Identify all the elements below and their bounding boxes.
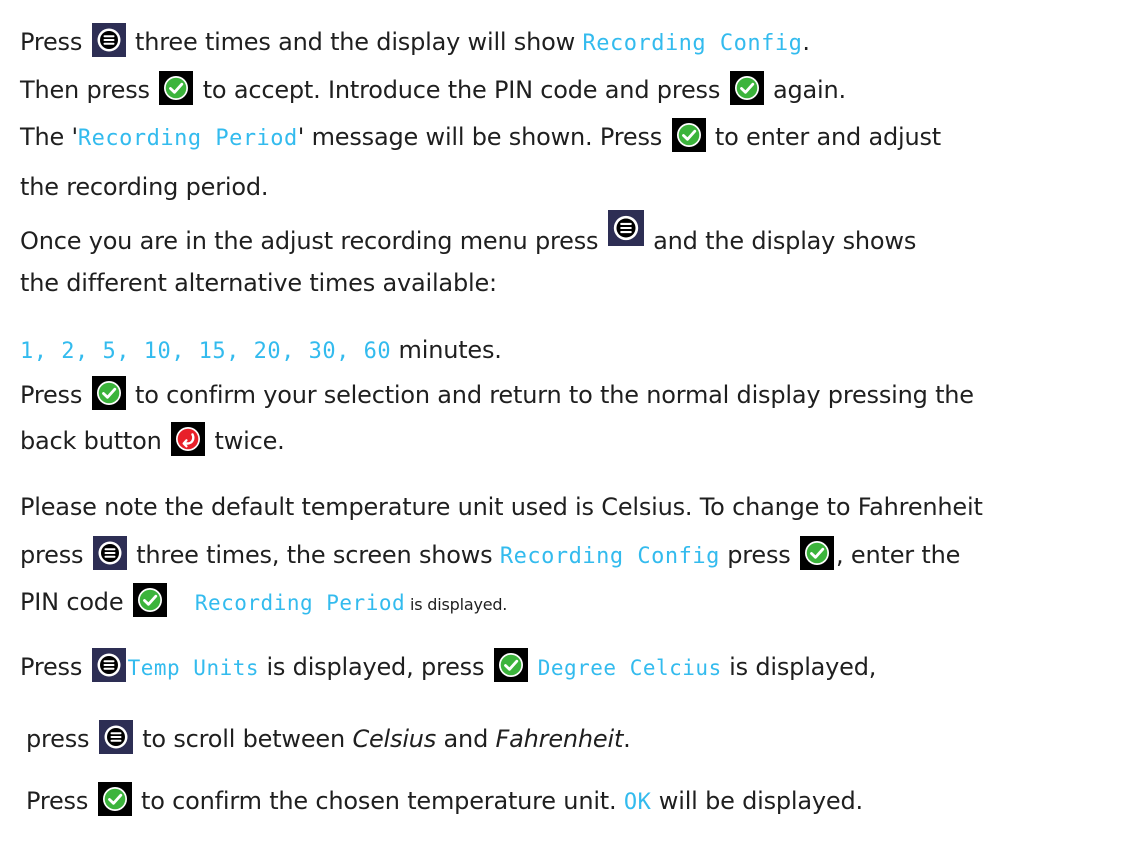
ok-check-icon bbox=[97, 782, 132, 816]
menu-button-icon bbox=[92, 536, 127, 570]
ok-check-icon bbox=[729, 71, 764, 105]
instruction-line-11: press three times, the screen shows Reco… bbox=[20, 536, 961, 574]
text: and bbox=[436, 725, 496, 753]
text: Once you are in the adjust recording men… bbox=[20, 227, 606, 255]
instruction-line-14: press to scroll between Celsius and Fahr… bbox=[26, 720, 631, 757]
instruction-line-7: 1, 2, 5, 10, 15, 20, 30, 60 minutes. bbox=[20, 333, 502, 369]
instruction-line-8: Press to confirm your selection and retu… bbox=[20, 376, 974, 413]
italic-text: Celsius bbox=[352, 725, 437, 753]
text: is displayed, press bbox=[259, 653, 492, 681]
text: again. bbox=[765, 76, 846, 104]
text: press bbox=[719, 541, 799, 569]
lcd-display-text: Recording Config bbox=[582, 31, 803, 56]
ok-check-icon bbox=[91, 376, 126, 410]
text: press bbox=[20, 541, 91, 569]
instruction-line-12: PIN code Recording Period is displayed. bbox=[20, 583, 508, 622]
text: the recording period. bbox=[20, 173, 269, 201]
text: is displayed. bbox=[405, 595, 508, 614]
lcd-display-text: Temp Units bbox=[127, 656, 260, 680]
instruction-line-1: Press three times and the display will s… bbox=[20, 23, 810, 61]
text: to enter and adjust bbox=[707, 123, 942, 151]
text: is displayed, bbox=[721, 653, 877, 681]
text: to scroll between bbox=[134, 725, 353, 753]
text: PIN code bbox=[20, 588, 131, 616]
text: Press bbox=[20, 28, 90, 56]
lcd-display-text: OK bbox=[623, 790, 652, 815]
ok-check-icon bbox=[159, 71, 194, 105]
italic-text: Fahrenheit bbox=[495, 725, 624, 753]
text: Press bbox=[20, 653, 90, 681]
back-arrow-icon bbox=[171, 422, 206, 456]
instruction-line-2: Then press to accept. Introduce the PIN … bbox=[20, 71, 846, 108]
lcd-time-options: 1, 2, 5, 10, 15, 20, 30, 60 bbox=[20, 339, 392, 364]
menu-button-icon bbox=[91, 648, 126, 682]
text: twice. bbox=[207, 427, 285, 455]
ok-check-icon bbox=[132, 583, 167, 617]
text: The ' bbox=[20, 123, 78, 151]
text: ' message will be shown. Press bbox=[297, 123, 670, 151]
instruction-line-5: Once you are in the adjust recording men… bbox=[20, 210, 917, 262]
text: Press bbox=[26, 787, 96, 815]
lcd-display-text: Degree Celcius bbox=[537, 656, 722, 680]
text: . bbox=[623, 725, 631, 753]
text: three times and the display will show bbox=[127, 28, 583, 56]
menu-button-icon bbox=[98, 720, 133, 754]
text: , enter the bbox=[836, 541, 961, 569]
menu-button-icon bbox=[607, 208, 644, 248]
text: . bbox=[802, 28, 810, 56]
text: to confirm your selection and return to … bbox=[127, 381, 974, 409]
text: the different alternative times availabl… bbox=[20, 269, 497, 297]
text: will be displayed. bbox=[651, 787, 863, 815]
ok-check-icon bbox=[493, 648, 528, 682]
text: and the display shows bbox=[645, 227, 917, 255]
text: Press bbox=[20, 381, 90, 409]
instruction-line-3: The 'Recording Period' message will be s… bbox=[20, 118, 942, 156]
ok-check-icon bbox=[671, 118, 706, 152]
lcd-display-text: Recording Config bbox=[499, 544, 720, 569]
lcd-display-text: Recording Period bbox=[77, 126, 298, 151]
text: press bbox=[26, 725, 97, 753]
instruction-line-15: Press to confirm the chosen temperature … bbox=[26, 782, 863, 820]
menu-button-icon bbox=[91, 23, 126, 57]
instruction-line-13: Press Temp Units is displayed, press Deg… bbox=[20, 648, 877, 685]
text: to confirm the chosen temperature unit. bbox=[133, 787, 624, 815]
ok-check-icon bbox=[800, 536, 835, 570]
text: minutes. bbox=[391, 336, 502, 364]
lcd-display-text: Recording Period bbox=[194, 591, 406, 615]
instruction-line-10: Please note the default temperature unit… bbox=[20, 490, 983, 524]
text: back button bbox=[20, 427, 170, 455]
text: Then press bbox=[20, 76, 158, 104]
text: three times, the screen shows bbox=[128, 541, 500, 569]
instruction-line-6: the different alternative times availabl… bbox=[20, 266, 497, 300]
instruction-line-4: the recording period. bbox=[20, 170, 269, 204]
text: to accept. Introduce the PIN code and pr… bbox=[195, 76, 728, 104]
text: Please note the default temperature unit… bbox=[20, 493, 983, 521]
instruction-line-9: back button twice. bbox=[20, 422, 285, 459]
